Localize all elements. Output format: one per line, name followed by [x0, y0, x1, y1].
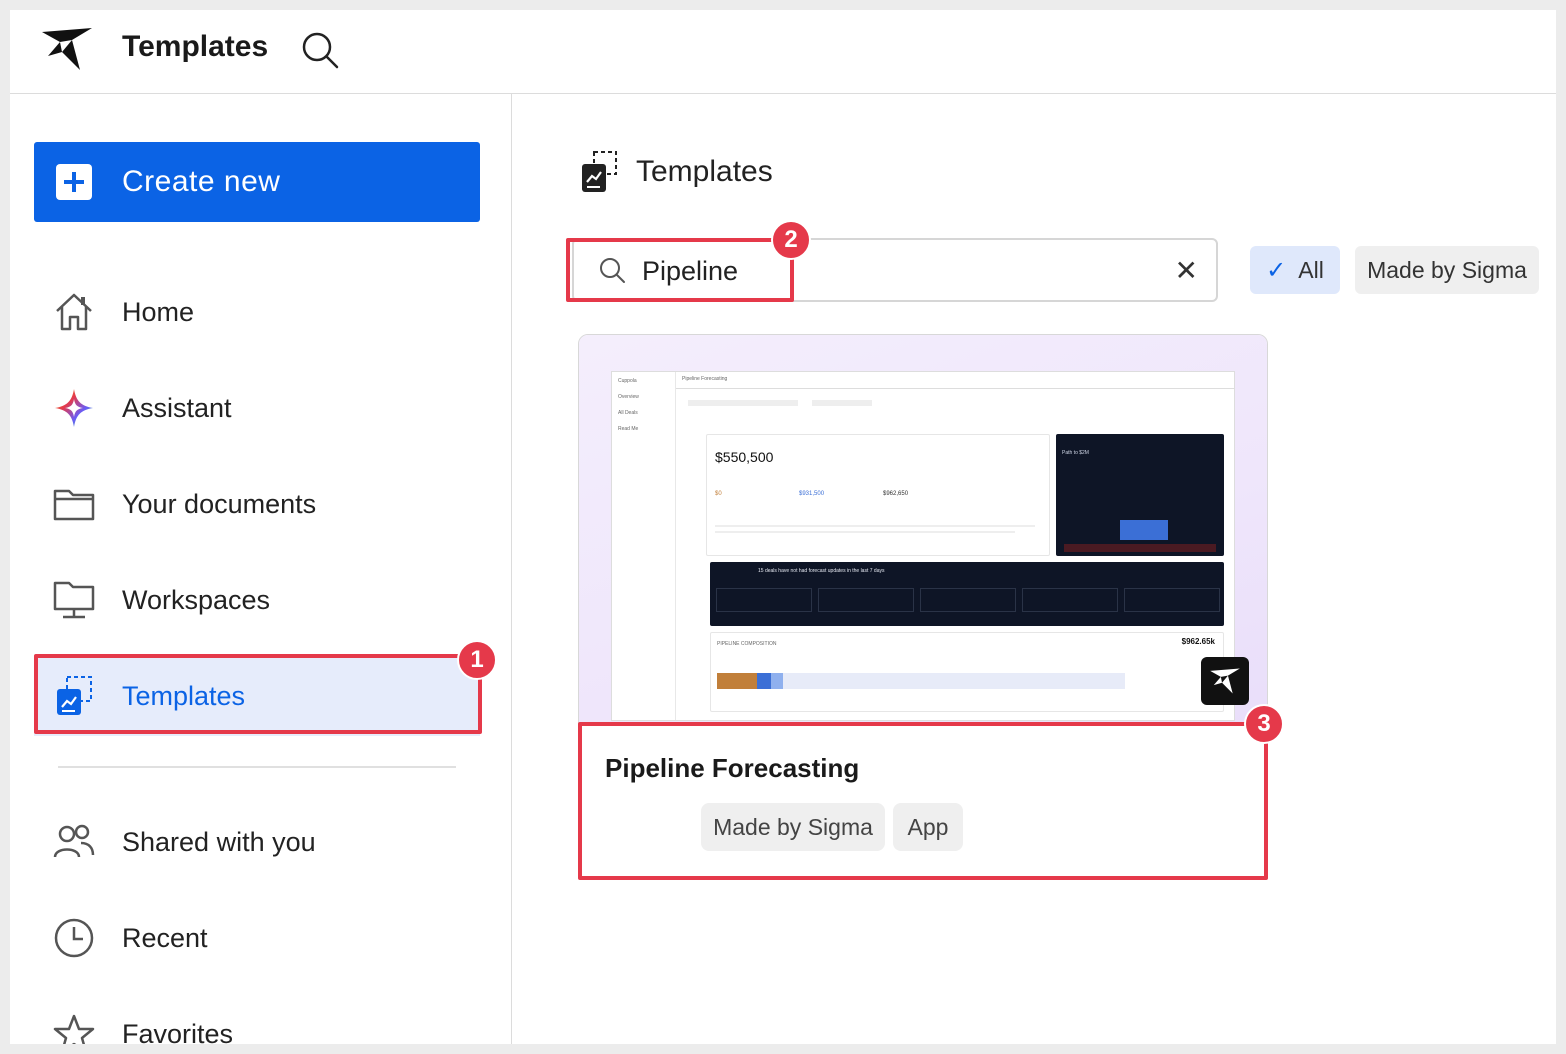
sidebar-item-label: Templates [122, 680, 246, 711]
preview-filter [812, 400, 872, 406]
preview-dark-title: Path to $2M [1062, 450, 1089, 456]
sidebar-item-templates[interactable]: Templates [34, 656, 480, 736]
tag-app: App [893, 803, 963, 851]
sidebar-item-favorites[interactable]: Favorites [34, 994, 480, 1044]
preview-deal-cell [1022, 588, 1118, 612]
preview-quota-bar [1064, 544, 1216, 552]
close-icon[interactable]: ✕ [1175, 254, 1198, 287]
preview-sidebar-item: All Deals [618, 410, 638, 416]
preview-deal-cell [716, 588, 812, 612]
filter-made-by-sigma-label: Made by Sigma [1367, 256, 1527, 283]
preview-text-line [715, 525, 1035, 527]
app-title: Templates [122, 30, 269, 63]
create-new-label: Create new [122, 165, 281, 198]
page-title: Templates [580, 150, 773, 194]
preview-composition: PIPELINE COMPOSITION $962.65k [710, 632, 1224, 712]
sidebar: Create new Home Assistant Your documents… [10, 94, 512, 1044]
preview-segment [771, 673, 783, 689]
top-bar: Templates [10, 10, 1556, 94]
preview-stat: $931,500 [799, 491, 825, 497]
preview-sidebar: Cuppola Overview All Deals Read Me [612, 372, 676, 720]
sidebar-item-assistant[interactable]: Assistant [34, 368, 480, 448]
page-title-text: Templates [636, 155, 773, 188]
sidebar-item-workspaces[interactable]: Workspaces [34, 560, 480, 640]
preview-stat: $962,650 [883, 491, 909, 497]
annotation-badge-2: 2 [771, 220, 811, 260]
sidebar-item-label: Shared with you [122, 826, 316, 857]
sidebar-item-label: Your documents [122, 488, 317, 519]
preview-dark-chart: Path to $2M [1056, 434, 1224, 556]
sidebar-item-label: Assistant [122, 392, 232, 423]
preview-divider [676, 388, 1234, 389]
workspace-icon [50, 576, 98, 624]
search-icon [600, 258, 625, 283]
search-value: Pipeline [642, 256, 739, 286]
clock-icon [50, 914, 98, 962]
app-window: Templates Create new Home Assistant Your… [10, 10, 1556, 1044]
preview-deal-cell [1124, 588, 1220, 612]
preview-next-panel: 15 deals have not had forecast updates i… [710, 562, 1224, 626]
preview-composition-label: PIPELINE COMPOSITION [717, 641, 777, 647]
search-icon[interactable] [300, 30, 340, 70]
preview-kpi-card: $550,500 $0 $931,500 $962,650 [706, 434, 1050, 556]
sidebar-item-label: Favorites [122, 1018, 234, 1045]
plus-icon [56, 164, 92, 200]
tag-made-by-sigma: Made by Sigma [701, 803, 885, 851]
preview-next-text: 15 deals have not had forecast updates i… [758, 568, 885, 574]
filter-made-by-sigma-chip[interactable]: Made by Sigma [1355, 246, 1539, 294]
preview-kpi-value: $550,500 [715, 449, 774, 465]
annotation-badge-3: 3 [1244, 704, 1284, 744]
filter-all-label: All [1298, 256, 1324, 283]
sidebar-divider [58, 766, 456, 768]
sidebar-item-label: Workspaces [122, 584, 271, 615]
preview-bar [1120, 520, 1168, 540]
preview-segment [717, 673, 757, 689]
sigma-logo-icon[interactable] [40, 26, 94, 72]
preview-header: Pipeline Forecasting [682, 376, 728, 382]
preview-filter [688, 400, 798, 406]
annotation-badge-1: 1 [457, 640, 497, 680]
preview-text-line [715, 531, 1015, 533]
templates-heading-icon [582, 151, 617, 192]
preview-stat: $0 [715, 491, 722, 497]
template-card[interactable]: Cuppola Overview All Deals Read Me Pipel… [578, 334, 1268, 880]
star-icon [50, 1010, 98, 1044]
template-search-input[interactable]: Pipeline ✕ [572, 238, 1218, 302]
template-card-title: Pipeline Forecasting [605, 753, 860, 783]
sigma-badge-icon [1201, 657, 1249, 705]
sidebar-item-label: Home [122, 296, 195, 327]
assistant-icon [50, 384, 98, 432]
sidebar-item-home[interactable]: Home [34, 272, 480, 352]
people-icon [50, 818, 98, 866]
preview-sidebar-item: Overview [618, 394, 639, 400]
templates-icon [50, 672, 98, 720]
sidebar-item-your-documents[interactable]: Your documents [34, 464, 480, 544]
sidebar-item-label: Recent [122, 922, 208, 953]
preview-segment [757, 673, 771, 689]
create-new-button[interactable]: Create new [34, 142, 480, 222]
preview-sidebar-item: Read Me [618, 426, 639, 432]
preview-deal-cell [818, 588, 914, 612]
folder-icon [50, 480, 98, 528]
template-preview-screenshot: Cuppola Overview All Deals Read Me Pipel… [611, 371, 1235, 721]
preview-sidebar-item: Cuppola [618, 378, 637, 384]
template-thumbnail: Cuppola Overview All Deals Read Me Pipel… [579, 335, 1267, 725]
check-icon: ✓ [1266, 256, 1287, 284]
home-icon [50, 288, 98, 336]
preview-composition-total: $962.65k [1181, 637, 1215, 646]
sidebar-item-shared-with-you[interactable]: Shared with you [34, 802, 480, 882]
preview-deal-cell [920, 588, 1016, 612]
filter-all-chip[interactable]: ✓ All [1250, 246, 1340, 294]
sidebar-item-recent[interactable]: Recent [34, 898, 480, 978]
